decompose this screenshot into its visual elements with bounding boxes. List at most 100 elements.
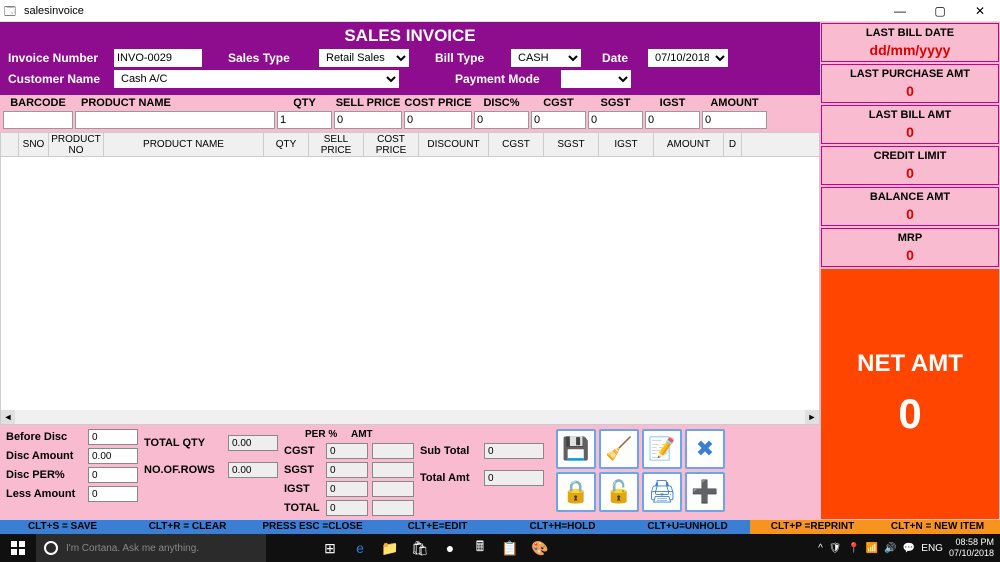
total-amt-field bbox=[372, 500, 414, 516]
wifi-icon[interactable]: 📶 bbox=[866, 543, 878, 554]
date-label: Date bbox=[602, 51, 642, 65]
total-amt-label: Total Amt bbox=[420, 472, 480, 484]
last-bill-amt-value: 0 bbox=[825, 124, 995, 140]
store-icon[interactable]: 🛍 bbox=[406, 534, 434, 562]
last-bill-date-card: LAST BILL DATEdd/mm/yyyy bbox=[821, 23, 999, 62]
horizontal-scrollbar[interactable]: ◄ ► bbox=[1, 410, 819, 424]
last-purchase-amt-label: LAST PURCHASE AMT bbox=[825, 68, 995, 80]
input-grid-row bbox=[0, 111, 820, 132]
net-amt-value: 0 bbox=[898, 390, 921, 438]
amount-input[interactable] bbox=[702, 111, 767, 129]
lock-button[interactable]: 🔒 bbox=[556, 472, 596, 512]
scroll-right-arrow[interactable]: ► bbox=[805, 410, 819, 424]
balance-amt-value: 0 bbox=[825, 206, 995, 222]
product-no-header: PRODUCT NO bbox=[49, 133, 104, 156]
igst-header: IGST bbox=[599, 133, 654, 156]
shortcut-clear: CLT+R = CLEAR bbox=[125, 520, 250, 534]
credit-limit-card: CREDIT LIMIT0 bbox=[821, 146, 999, 185]
date-select[interactable]: 07/10/2018 bbox=[648, 49, 728, 67]
summary-sidebar: LAST BILL DATEdd/mm/yyyy LAST PURCHASE A… bbox=[820, 22, 1000, 520]
chrome-icon[interactable]: ● bbox=[436, 534, 464, 562]
save-icon: 💾 bbox=[562, 436, 589, 462]
edit-button[interactable]: 📝 bbox=[642, 429, 682, 469]
net-amt-card: NET AMT 0 bbox=[821, 269, 999, 519]
product-name-input[interactable] bbox=[75, 111, 275, 129]
file-explorer-icon[interactable]: 📁 bbox=[376, 534, 404, 562]
location-icon[interactable]: 📍 bbox=[847, 543, 859, 554]
disc-input[interactable] bbox=[474, 111, 529, 129]
disc-amount-input[interactable] bbox=[88, 448, 138, 464]
save-button[interactable]: 💾 bbox=[556, 429, 596, 469]
sgst-input[interactable] bbox=[588, 111, 643, 129]
sales-type-select[interactable]: Retail Sales bbox=[319, 49, 409, 67]
mrp-value: 0 bbox=[825, 247, 995, 263]
qty-input[interactable] bbox=[277, 111, 332, 129]
product-name-header: PRODUCT NAME bbox=[104, 133, 264, 156]
language-indicator[interactable]: ENG bbox=[921, 543, 943, 554]
sgst-col-label: SGST bbox=[588, 97, 643, 109]
customer-name-select[interactable]: Cash A/C bbox=[114, 70, 399, 88]
invoice-number-input[interactable] bbox=[114, 49, 202, 67]
less-amount-input[interactable] bbox=[88, 486, 138, 502]
igst-amt-field bbox=[372, 481, 414, 497]
sub-total-field bbox=[484, 443, 544, 459]
app-shortcut-icon[interactable]: 📋 bbox=[496, 534, 524, 562]
cortana-search[interactable]: I'm Cortana. Ask me anything. bbox=[36, 534, 266, 562]
taskbar-clock[interactable]: 08:58 PM07/10/2018 bbox=[949, 537, 994, 559]
barcode-input[interactable] bbox=[3, 111, 73, 129]
last-purchase-amt-card: LAST PURCHASE AMT0 bbox=[821, 64, 999, 103]
cgst-input[interactable] bbox=[531, 111, 586, 129]
cgst-col-label: CGST bbox=[531, 97, 586, 109]
unlock-icon: 🔓 bbox=[605, 479, 632, 505]
cortana-icon bbox=[44, 541, 58, 555]
plus-icon: ➕ bbox=[691, 479, 718, 505]
sgst-amt-field bbox=[372, 462, 414, 478]
cortana-placeholder: I'm Cortana. Ask me anything. bbox=[66, 543, 199, 554]
cost-price-header: COST PRICE bbox=[364, 133, 419, 156]
bill-type-select[interactable]: CASH bbox=[511, 49, 581, 67]
qty-col-label: QTY bbox=[277, 97, 332, 109]
cancel-button[interactable]: ✖ bbox=[685, 429, 725, 469]
shortcut-save: CLT+S = SAVE bbox=[0, 520, 125, 534]
clear-button[interactable]: 🧹 bbox=[599, 429, 639, 469]
add-button[interactable]: ➕ bbox=[685, 472, 725, 512]
sell-price-input[interactable] bbox=[334, 111, 402, 129]
scroll-track[interactable] bbox=[15, 410, 805, 424]
shortcut-close: PRESS ESC =CLOSE bbox=[250, 520, 375, 534]
igst-input[interactable] bbox=[645, 111, 700, 129]
disc-col-label: DISC% bbox=[474, 97, 529, 109]
start-button[interactable] bbox=[0, 534, 36, 562]
unlock-button[interactable]: 🔓 bbox=[599, 472, 639, 512]
total-qty-label: TOTAL QTY bbox=[144, 437, 224, 449]
sgst-per-field bbox=[326, 462, 368, 478]
totals-panel: Before Disc Disc Amount Disc PER% Less A… bbox=[0, 425, 820, 520]
notifications-icon[interactable]: 💬 bbox=[903, 543, 915, 554]
shield-icon[interactable]: 🛡 bbox=[829, 543, 842, 554]
last-bill-amt-card: LAST BILL AMT0 bbox=[821, 105, 999, 144]
before-disc-label: Before Disc bbox=[6, 431, 84, 443]
amount-col-label: AMOUNT bbox=[702, 97, 767, 109]
payment-mode-select[interactable] bbox=[561, 70, 631, 88]
close-button[interactable]: ✕ bbox=[960, 0, 1000, 22]
paint-icon[interactable]: 🎨 bbox=[526, 534, 554, 562]
task-view-icon[interactable]: ⊞ bbox=[316, 534, 344, 562]
qty-header: QTY bbox=[264, 133, 309, 156]
sub-total-label: Sub Total bbox=[420, 445, 480, 457]
disc-per-input[interactable] bbox=[88, 467, 138, 483]
sales-type-label: Sales Type bbox=[228, 51, 313, 65]
table-body[interactable] bbox=[1, 157, 819, 410]
maximize-button[interactable]: ▢ bbox=[920, 0, 960, 22]
net-amt-label: NET AMT bbox=[857, 350, 963, 378]
scroll-left-arrow[interactable]: ◄ bbox=[1, 410, 15, 424]
cost-price-input[interactable] bbox=[404, 111, 472, 129]
before-disc-input[interactable] bbox=[88, 429, 138, 445]
edge-icon[interactable]: e bbox=[346, 534, 374, 562]
print-button[interactable]: 🖨 bbox=[642, 472, 682, 512]
taskbar-apps: ⊞ e 📁 🛍 ● 🖩 📋 🎨 bbox=[316, 534, 554, 562]
calculator-icon[interactable]: 🖩 bbox=[466, 534, 494, 562]
tray-up-icon[interactable]: ^ bbox=[818, 543, 823, 554]
volume-icon[interactable]: 🔊 bbox=[884, 543, 896, 554]
total-amt-field2 bbox=[484, 470, 544, 486]
minimize-button[interactable]: — bbox=[880, 0, 920, 22]
disc-amount-label: Disc Amount bbox=[6, 450, 84, 462]
